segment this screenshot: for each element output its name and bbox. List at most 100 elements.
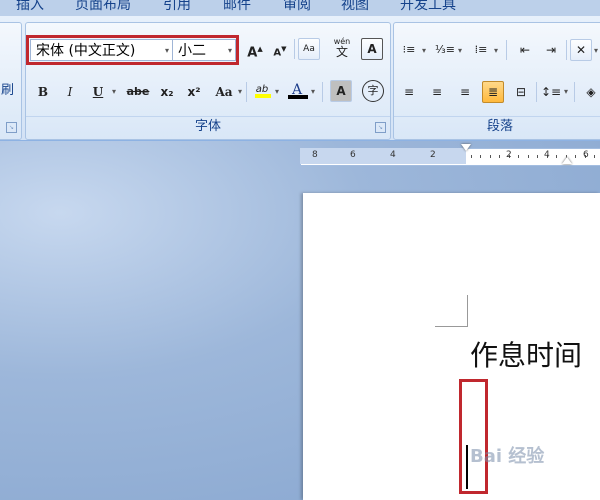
italic-icon: I [67,85,73,99]
ruler-number: 4 [544,150,550,160]
ribbon: 刷 ↘ 宋体 (中文正文) ▾ 小二 ▾ A▲ A▼ Aa wén 文 A B … [0,16,600,141]
subscript-icon: x₂ [160,85,174,99]
ribbon-tabs: 插入 页面布局 引用 邮件 审阅 视图 开发工具 [0,0,600,16]
highlight-color-swatch [255,94,271,98]
ruler-tick [537,155,538,158]
superscript-icon: x² [187,85,201,99]
separator [322,82,323,102]
shrink-font-button[interactable]: A▼ [269,38,291,60]
phonetic-char: 文 [335,45,348,59]
shading-button[interactable]: ◈ [580,81,600,103]
ruler-number: 2 [430,150,436,160]
justify-icon: ≣ [487,85,499,99]
bold-button[interactable]: B [32,81,54,103]
decrease-indent-icon: ⇤ [519,43,531,57]
font-dialog-launcher-icon[interactable]: ↘ [375,122,386,133]
chevron-down-icon[interactable]: ▾ [238,87,242,96]
ruler-tick [480,155,481,158]
numbering-button[interactable]: ⅓≡ [434,39,456,61]
paragraph-group-label: 段落 [394,116,600,137]
line-spacing-icon: ↕≡ [541,85,562,99]
bold-icon: B [37,85,49,99]
ruler-number: 8 [312,150,318,160]
italic-button[interactable]: I [59,81,81,103]
chevron-down-icon[interactable]: ▾ [422,46,426,55]
eraser-icon: Aa [303,44,315,54]
separator [574,82,575,102]
font-color-swatch [288,95,308,99]
tab-page-layout[interactable]: 页面布局 [75,0,131,13]
justify-button[interactable]: ≣ [482,81,504,103]
first-line-indent-marker-icon[interactable] [461,144,471,151]
superscript-button[interactable]: x² [183,81,205,103]
chevron-down-icon[interactable]: ▾ [112,87,116,96]
change-case-button[interactable]: Aa [210,81,238,103]
clipboard-group: 刷 ↘ [0,22,22,140]
align-right-button[interactable]: ≡ [454,81,476,103]
character-border-button[interactable]: A [361,38,383,60]
chevron-down-icon[interactable]: ▾ [564,87,568,96]
highlight-box [459,379,488,494]
shrink-font-icon: A [273,47,282,59]
clipboard-launcher-icon[interactable]: ↘ [6,122,17,133]
numbered-list-icon: ⅓≡ [435,43,455,56]
bullets-button[interactable]: ⁝≡ [398,39,420,61]
document-text[interactable]: 作息时间 [470,334,582,374]
bullet-list-icon: ⁝≡ [402,43,416,56]
tab-view[interactable]: 视图 [341,0,369,13]
ruler-number: 4 [390,150,396,160]
multilevel-list-icon: ⁞≡ [474,43,488,56]
chevron-down-icon[interactable]: ▾ [275,87,279,96]
chevron-down-icon[interactable]: ▾ [494,46,498,55]
separator [506,40,507,60]
paragraph-group: ⁝≡ ▾ ⅓≡ ▾ ⁞≡ ▾ ⇤ ⇥ ✕ ▾ ≡ ≡ ≡ ≣ ⊟ ↕≡ ▾ ◈ … [393,22,600,140]
ruler-tick [518,155,519,158]
font-color-button[interactable]: A [286,79,308,101]
subscript-button[interactable]: x₂ [156,81,178,103]
font-group: 宋体 (中文正文) ▾ 小二 ▾ A▲ A▼ Aa wén 文 A B I U … [25,22,391,140]
align-left-button[interactable]: ≡ [398,81,420,103]
ruler-tick [556,155,557,158]
text-cursor [466,445,468,489]
grow-font-button[interactable]: A▲ [244,38,266,60]
chinese-layout-button[interactable]: ✕ [570,39,592,61]
underline-button[interactable]: U [87,81,109,103]
line-spacing-button[interactable]: ↕≡ [540,81,562,103]
enclose-icon: 字 [367,84,379,97]
ruler-number: 6 [583,150,589,160]
change-case-icon: Aa [215,85,233,99]
multilevel-list-button[interactable]: ⁞≡ [470,39,492,61]
ruler-margin-area [300,148,466,164]
highlight-button[interactable]: ab [251,79,273,101]
chevron-down-icon[interactable]: ▾ [311,87,315,96]
margin-corner-mark [435,295,468,327]
ruler-tick [527,155,529,158]
distributed-button[interactable]: ⊟ [510,81,532,103]
tab-review[interactable]: 审阅 [283,0,311,13]
enclose-characters-button[interactable]: 字 [362,80,384,102]
character-shading-button[interactable]: A [330,80,352,102]
distributed-icon: ⊟ [515,85,527,99]
ruler-tick [575,155,576,158]
align-right-icon: ≡ [459,85,471,99]
decrease-indent-button[interactable]: ⇤ [514,39,536,61]
format-painter-button[interactable]: 刷 [1,79,14,98]
tab-developer[interactable]: 开发工具 [400,0,456,13]
chinese-layout-icon: ✕ [575,43,587,57]
separator [566,40,567,60]
increase-indent-button[interactable]: ⇥ [540,39,562,61]
phonetic-guide-button[interactable]: wén 文 [329,36,355,58]
tab-references[interactable]: 引用 [163,0,191,13]
clear-formatting-button[interactable]: Aa [298,38,320,60]
tab-mailings[interactable]: 邮件 [223,0,251,13]
align-center-icon: ≡ [431,85,443,99]
chevron-down-icon[interactable]: ▾ [458,46,462,55]
separator [536,82,537,102]
watermark: Bai 经验 [470,446,545,467]
chevron-down-icon[interactable]: ▾ [594,46,598,55]
tab-insert[interactable]: 插入 [16,0,44,13]
right-indent-marker-icon[interactable] [562,157,572,164]
strikethrough-button[interactable]: abe [123,81,153,103]
align-center-button[interactable]: ≡ [426,81,448,103]
grow-font-icon: A [247,45,258,61]
